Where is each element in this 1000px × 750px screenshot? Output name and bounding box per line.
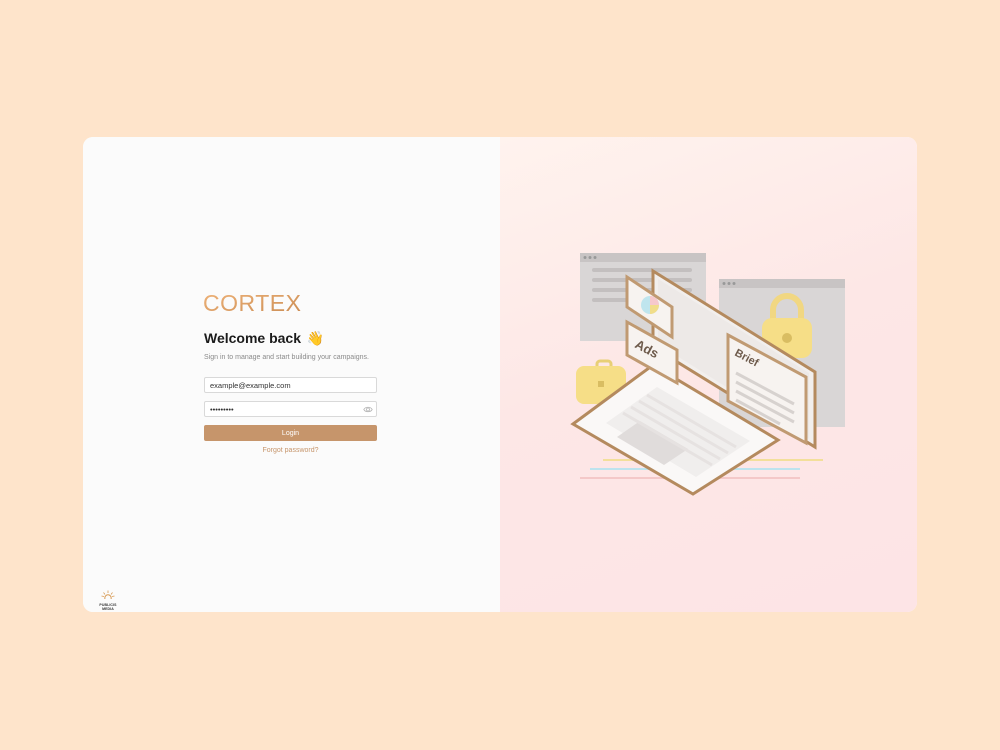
- login-button[interactable]: Login: [204, 425, 377, 441]
- logo-text: CORTEX: [203, 290, 301, 316]
- forgot-password-link[interactable]: Forgot password?: [204, 447, 377, 454]
- cortex-logo: CORTEX: [203, 290, 301, 316]
- illustration-panel: Ads Brief: [500, 137, 917, 612]
- login-panel: CORTEX Welcome back 👋 Sign in to manage …: [83, 137, 500, 612]
- laptop-illustration: Ads Brief: [570, 253, 845, 496]
- sun-icon: [101, 590, 115, 602]
- page-title: Welcome back 👋: [204, 330, 324, 347]
- password-field[interactable]: [204, 401, 377, 417]
- email-field[interactable]: [204, 377, 377, 393]
- brand-line-2: MEDIA: [102, 606, 114, 611]
- password-input[interactable]: [205, 402, 376, 416]
- title-text: Welcome back: [204, 330, 302, 346]
- login-card: CORTEX Welcome back 👋 Sign in to manage …: [83, 137, 917, 612]
- eye-icon[interactable]: [363, 405, 373, 414]
- email-input[interactable]: [205, 378, 376, 392]
- page-subtitle: Sign in to manage and start building you…: [204, 354, 369, 361]
- publicis-media-logo: PUBLICIS MEDIA: [96, 586, 120, 611]
- wave-icon: 👋: [306, 330, 325, 346]
